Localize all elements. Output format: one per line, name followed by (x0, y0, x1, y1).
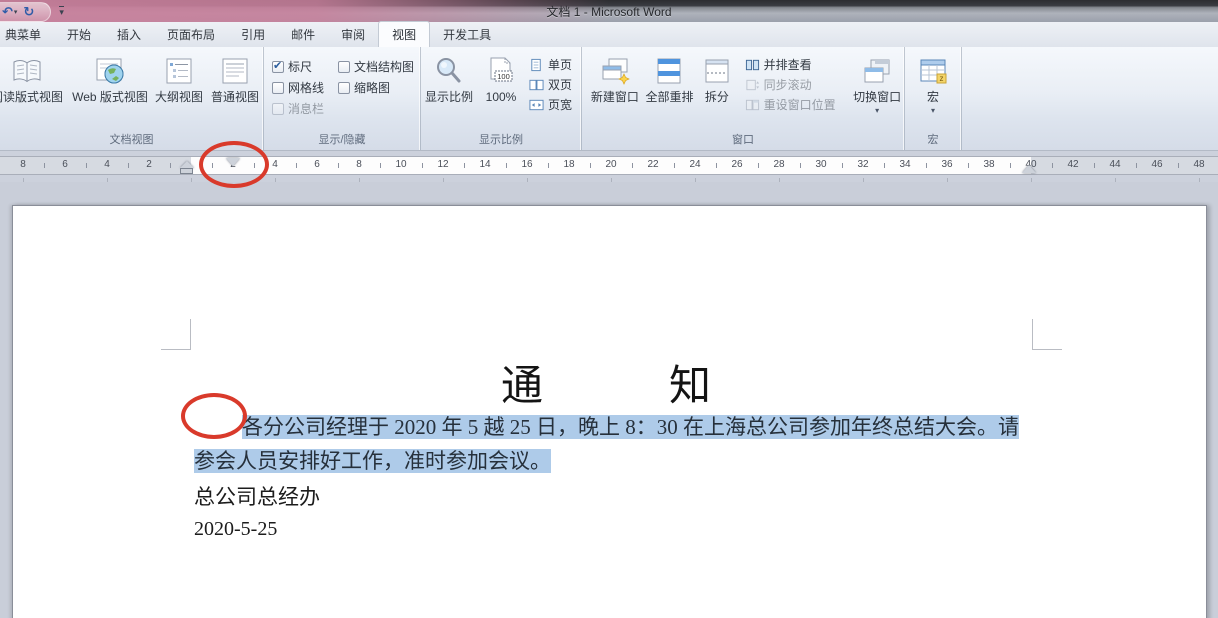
document-area: 通 知 各分公司经理于 2020 年 5 越 25 日，晚上 8：30 在上海总… (0, 182, 1218, 618)
arrange-all-button[interactable]: 全部重排 (642, 52, 698, 104)
undo-icon: ↶ (2, 3, 13, 19)
macros-dropdown-icon[interactable]: ▾ (931, 106, 935, 115)
redo-button[interactable]: ↻ (23, 3, 35, 19)
switch-windows-icon (864, 59, 890, 83)
reset-window-position-button: 重设窗口位置 (745, 96, 851, 113)
checkbox-icon (338, 81, 350, 94)
svg-text:100: 100 (497, 72, 510, 81)
group-show-hide: 标尺 网格线 消息栏 文档结构图 (264, 47, 421, 150)
globe-page-icon (96, 58, 124, 84)
split-icon (705, 59, 729, 83)
svg-text:z: z (940, 74, 944, 83)
new-window-button[interactable]: 新建窗口 (588, 52, 642, 104)
switch-windows-dropdown-icon[interactable]: ▾ (875, 106, 879, 115)
synchronous-scrolling-button: 同步滚动 (745, 76, 851, 93)
outline-view-button[interactable]: 大纲视图 (151, 52, 207, 104)
zoom-100-button[interactable]: 100 100% (477, 52, 525, 104)
ribbon-empty-space (962, 47, 1218, 150)
checkbox-checked-icon (272, 59, 284, 73)
tab-review[interactable]: 审阅 (328, 22, 378, 47)
document-title: 通 知 (500, 364, 725, 410)
checkbox-icon (338, 60, 350, 73)
text-boundary-corner-mark-right (1032, 319, 1062, 350)
tab-insert[interactable]: 插入 (104, 22, 154, 47)
window-title: 文档 1 - Microsoft Word (546, 5, 672, 19)
one-page-button[interactable]: 单页 (529, 56, 572, 73)
selected-text[interactable]: 参会人员安排好工作，准时参加会议。 (194, 449, 551, 473)
ruler-checkbox[interactable]: 标尺 (272, 58, 338, 75)
redo-icon: ↻ (23, 3, 35, 19)
page-100-icon: 100 (490, 57, 513, 82)
side-by-side-icon (745, 59, 759, 70)
annotation-circle-ruler-indent (199, 141, 269, 188)
ribbon-tab-bar: 典菜单 开始 插入 页面布局 引用 邮件 审阅 视图 开发工具 (0, 21, 1218, 48)
tab-mailings[interactable]: 邮件 (278, 22, 328, 47)
annotation-circle-paragraph-indent (181, 393, 247, 439)
tab-developer[interactable]: 开发工具 (430, 22, 504, 47)
page-width-icon (529, 99, 544, 110)
book-icon (13, 60, 41, 83)
group-document-views: 阅读版式视图 Web 版式视图 (0, 47, 264, 150)
qat-pill: ↶ ▾ ↻ (0, 1, 52, 22)
group-window: 新建窗口 全部重排 拆分 并排查看 同步滚动 重设窗口位置 切换窗口 ▾ 窗口 (582, 47, 905, 150)
tab-home[interactable]: 开始 (54, 22, 104, 47)
paragraph-line-1[interactable]: 各分公司经理于 2020 年 5 越 25 日，晚上 8：30 在上海总公司参加… (194, 410, 1034, 444)
group-label-zoom: 显示比例 (479, 134, 523, 146)
left-indent-marker[interactable] (180, 168, 194, 174)
thumbnails-checkbox[interactable]: 缩略图 (338, 79, 414, 96)
group-label-window: 窗口 (732, 134, 754, 146)
tab-classic-menu[interactable]: 典菜单 (0, 22, 54, 47)
draft-view-button[interactable]: 普通视图 (207, 52, 263, 104)
quick-access-toolbar: ↶ ▾ ↻ ▾ (0, 0, 64, 22)
reset-window-icon (745, 99, 759, 110)
two-pages-button[interactable]: 双页 (529, 76, 572, 93)
tab-page-layout[interactable]: 页面布局 (154, 22, 228, 47)
ribbon: 阅读版式视图 Web 版式视图 (0, 47, 1218, 151)
text-boundary-corner-mark-left (161, 319, 191, 350)
group-label-show-hide: 显示/隐藏 (318, 134, 366, 146)
selected-text[interactable]: 各分公司经理于 2020 年 5 越 25 日，晚上 8：30 在上海总公司参加… (242, 415, 1019, 439)
undo-button[interactable]: ↶ ▾ (2, 3, 18, 19)
title-bar: ↶ ▾ ↻ ▾ 文档 1 - Microsoft Word (0, 0, 1218, 22)
word-window: ↶ ▾ ↻ ▾ 文档 1 - Microsoft Word 典菜单 开始 插入 … (0, 0, 1218, 618)
view-side-by-side-button[interactable]: 并排查看 (745, 56, 851, 73)
draft-page-icon (222, 58, 248, 84)
ruler-band: 8 6 4 2 2 4 6 8 10 12 14 16 18 20 22 24 26 28 30 32 34 36 38 40… (0, 151, 1218, 182)
paragraph-line-2[interactable]: 参会人员安排好工作，准时参加会议。 (194, 444, 1034, 478)
customize-qat-button[interactable]: ▾ (59, 6, 64, 17)
group-label-macros: 宏 (927, 134, 939, 146)
right-indent-marker[interactable] (1021, 165, 1036, 173)
horizontal-ruler[interactable]: 8 6 4 2 2 4 6 8 10 12 14 16 18 20 22 24 26 28 30 32 34 36 38 40… (0, 156, 1218, 182)
tab-references[interactable]: 引用 (228, 22, 278, 47)
sync-scroll-icon (746, 79, 759, 90)
web-layout-view-button[interactable]: Web 版式视图 (69, 52, 151, 104)
new-window-icon (602, 58, 630, 85)
message-bar-checkbox: 消息栏 (272, 100, 338, 117)
two-pages-icon (529, 79, 544, 90)
group-macros: z 宏 ▾ 宏 (905, 47, 962, 150)
undo-dropdown-icon[interactable]: ▾ (14, 8, 18, 16)
outline-icon (166, 58, 192, 84)
hanging-indent-marker[interactable] (179, 161, 194, 168)
checkbox-icon (272, 102, 284, 115)
checkbox-icon (272, 81, 284, 94)
macros-button[interactable]: z 宏 ▾ (909, 52, 957, 115)
document-map-checkbox[interactable]: 文档结构图 (338, 58, 414, 75)
split-button[interactable]: 拆分 (697, 52, 736, 104)
group-zoom: 显示比例 100 100% 单页 双页 页宽 显示比例 (421, 47, 582, 150)
gridlines-checkbox[interactable]: 网格线 (272, 79, 338, 96)
page-width-button[interactable]: 页宽 (529, 96, 572, 113)
one-page-icon (531, 58, 541, 71)
tab-view[interactable]: 视图 (378, 21, 431, 48)
signature-line[interactable]: 总公司总经办 (194, 480, 1034, 514)
switch-windows-button[interactable]: 切换窗口 ▾ (850, 52, 904, 115)
macro-icon: z (920, 59, 947, 84)
magnifier-icon (437, 58, 461, 83)
date-line[interactable]: 2020-5-25 (194, 512, 1034, 546)
arrange-all-icon (657, 58, 681, 84)
zoom-button[interactable]: 显示比例 (421, 52, 477, 104)
read-layout-view-button[interactable]: 阅读版式视图 (0, 52, 69, 104)
